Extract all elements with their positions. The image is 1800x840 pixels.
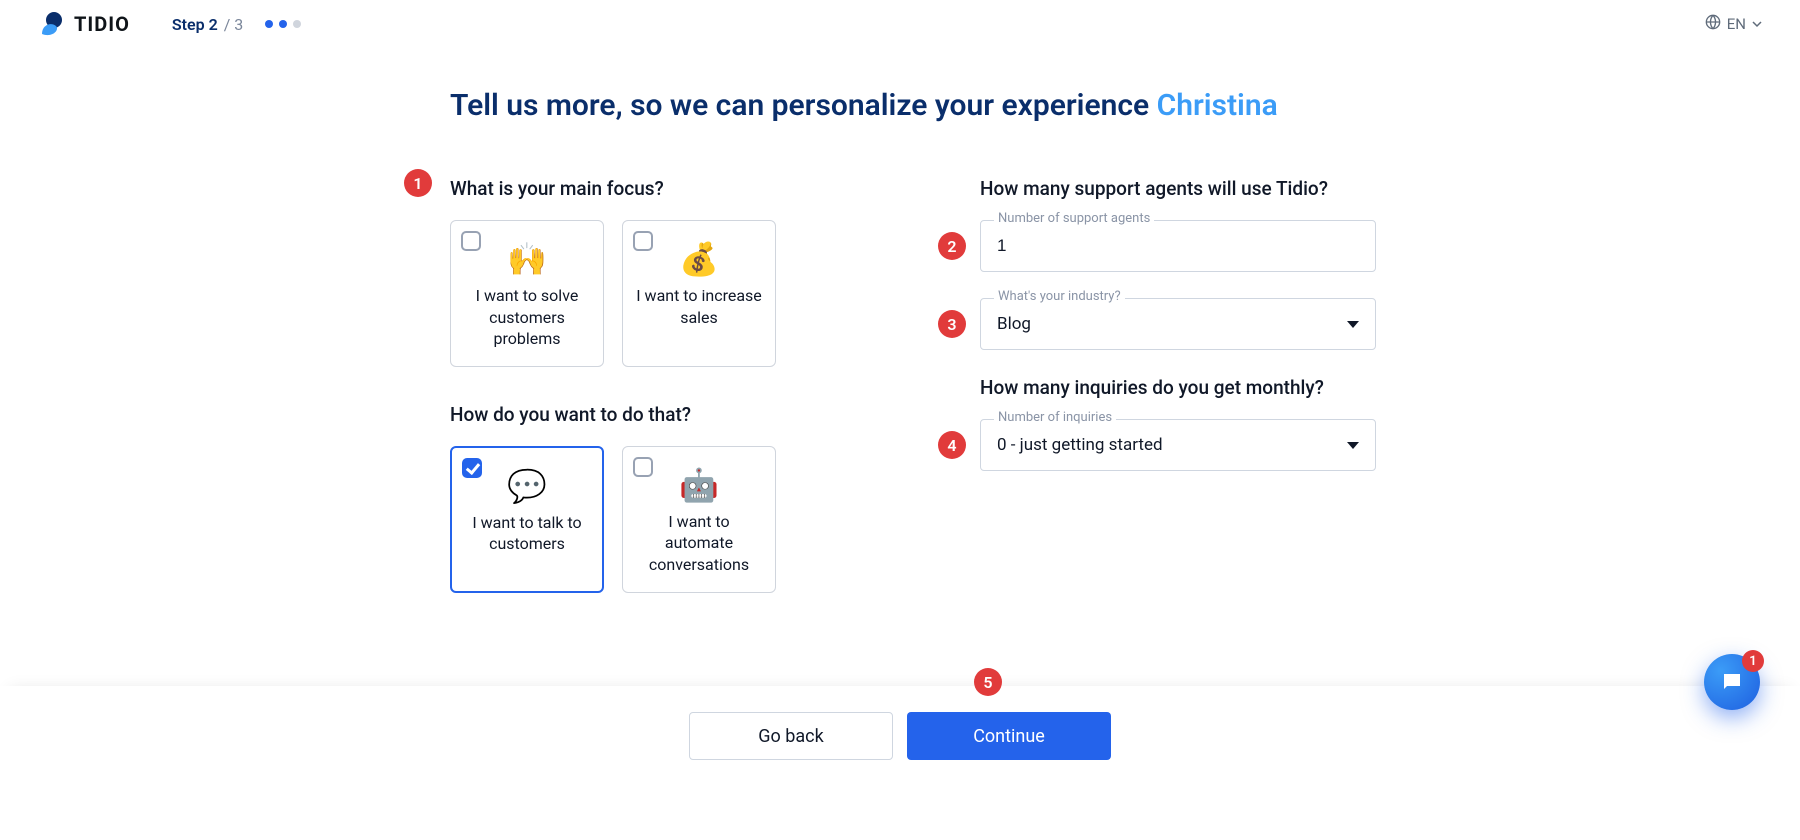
question-main-focus: What is your main focus? [450,177,870,200]
option-increase-sales[interactable]: 💰 I want to increase sales [622,220,776,367]
step-dot-3 [293,20,301,28]
left-column: 1 What is your main focus? 🙌 I want to s… [450,177,870,629]
industry-value: Blog [997,314,1031,334]
option-label: I want to talk to customers [464,512,590,555]
top-bar: TIDIO Step 2 / 3 EN [0,0,1800,48]
question-how: How do you want to do that? [450,403,870,426]
question-agents: How many support agents will use Tidio? [980,177,1380,200]
inquiries-field-label: Number of inquiries [994,410,1116,425]
language-switcher[interactable]: EN [1705,14,1762,34]
inquiries-field-wrap: 4 Number of inquiries 0 - just getting s… [980,419,1380,471]
main-focus-options: 🙌 I want to solve customers problems 💰 I… [450,220,870,367]
footer-actions: 5 Go back Continue [0,686,1800,760]
step-current: Step 2 [172,15,218,34]
annotation-badge-2: 2 [938,232,966,260]
option-label: I want to solve customers problems [463,285,591,350]
go-back-button[interactable]: Go back [689,712,893,760]
language-label: EN [1727,15,1746,33]
agents-field-wrap: 2 Number of support agents [980,220,1380,272]
agents-input-field[interactable] [997,236,1359,256]
step-dots [265,20,301,28]
main-content: Tell us more, so we can personalize your… [410,88,1390,629]
robot-icon: 🤖 [679,469,719,501]
option-label: I want to automate conversations [635,511,763,576]
industry-field-wrap: 3 What's your industry? Blog [980,298,1380,350]
chevron-down-icon [1347,442,1359,449]
option-automate-conversations[interactable]: 🤖 I want to automate conversations [622,446,776,593]
inquiries-select[interactable]: 0 - just getting started [980,419,1376,471]
option-label: I want to increase sales [635,285,763,328]
step-dot-2 [279,20,287,28]
inquiries-value: 0 - just getting started [997,435,1163,455]
agents-field-label: Number of support agents [994,211,1154,226]
annotation-badge-4: 4 [938,431,966,459]
how-options: 💬 I want to talk to customers 🤖 I want t… [450,446,870,593]
step-total: / 3 [220,15,244,34]
annotation-badge-1: 1 [404,169,432,197]
chat-unread-badge: 1 [1742,650,1764,672]
brand-logo: TIDIO [38,10,130,38]
headline-prefix: Tell us more, so we can personalize your… [450,88,1157,123]
chevron-down-icon [1347,321,1359,328]
question-inquiries: How many inquiries do you get monthly? [980,376,1380,399]
checkbox-icon [633,231,653,251]
checkbox-icon [461,231,481,251]
chat-widget-button[interactable]: 1 [1704,654,1760,710]
raising-hands-icon: 🙌 [507,243,547,275]
step-indicator: Step 2 / 3 [172,15,301,34]
industry-select[interactable]: Blog [980,298,1376,350]
option-solve-problems[interactable]: 🙌 I want to solve customers problems [450,220,604,367]
agents-input[interactable] [980,220,1376,272]
money-bag-icon: 💰 [679,243,719,275]
headline-username: Christina [1157,88,1278,123]
brand-mark-icon [38,10,66,38]
annotation-badge-3: 3 [938,310,966,338]
option-talk-to-customers[interactable]: 💬 I want to talk to customers [450,446,604,593]
chat-icon [1720,670,1744,694]
chevron-down-icon [1752,15,1762,33]
page-title: Tell us more, so we can personalize your… [450,88,1390,123]
brand-name: TIDIO [74,12,130,36]
checkbox-icon [633,457,653,477]
industry-field-label: What's your industry? [994,289,1125,304]
step-dot-1 [265,20,273,28]
globe-icon [1705,14,1721,34]
chat-bubble-icon: 💬 [507,470,547,502]
continue-button[interactable]: Continue [907,712,1111,760]
annotation-badge-5: 5 [974,668,1002,696]
checkbox-icon [462,458,482,478]
right-column: How many support agents will use Tidio? … [980,177,1380,629]
